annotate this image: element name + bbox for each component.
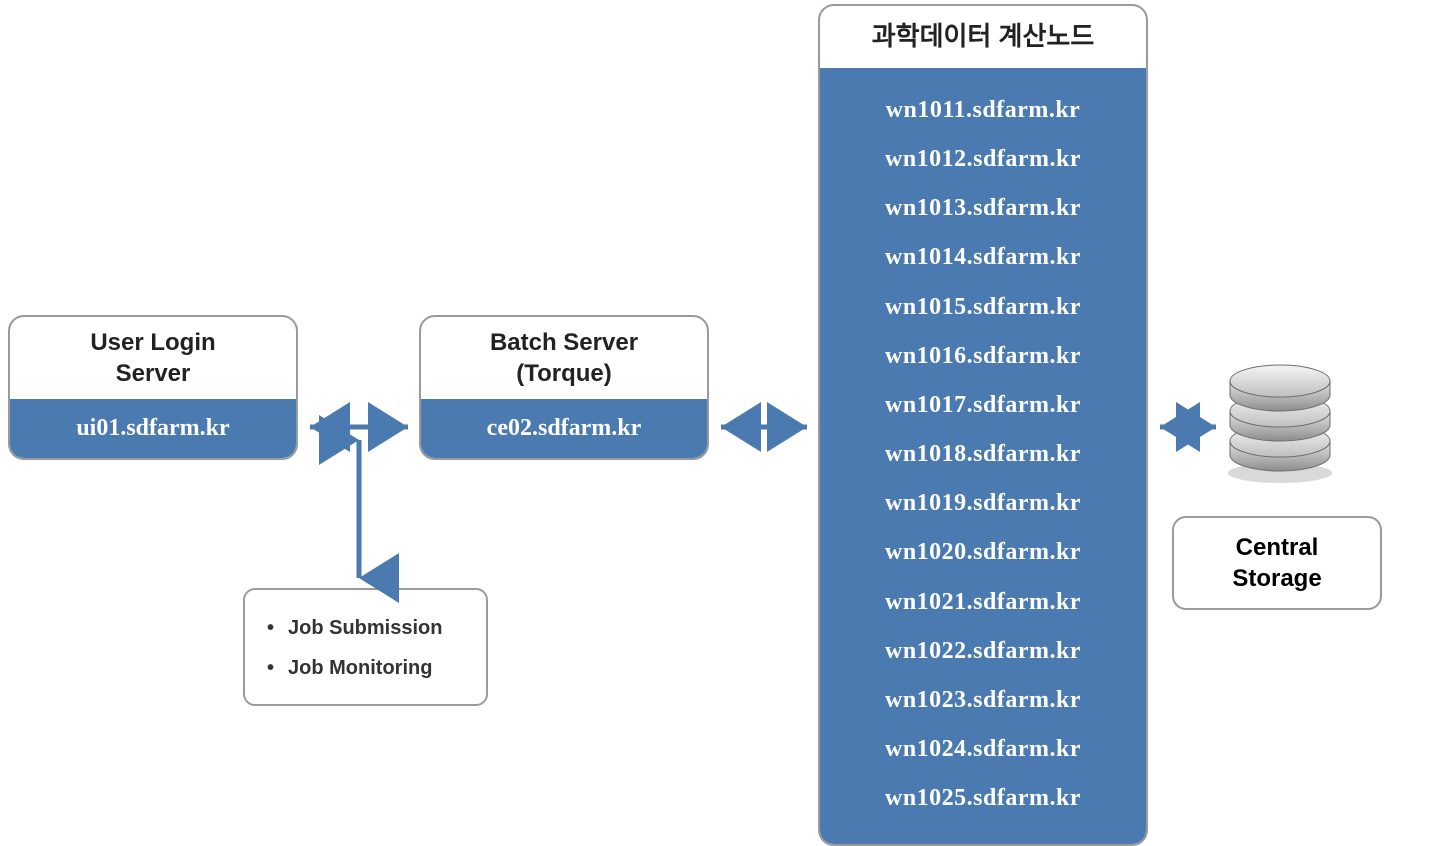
compute-node: wn1025.sdfarm.kr xyxy=(830,774,1136,823)
login-title-line1: User Login xyxy=(90,329,215,356)
compute-node: wn1019.sdfarm.kr xyxy=(830,479,1136,528)
compute-node: wn1011.sdfarm.kr xyxy=(830,86,1136,135)
compute-node: wn1016.sdfarm.kr xyxy=(830,332,1136,381)
compute-node: wn1018.sdfarm.kr xyxy=(830,430,1136,479)
compute-node: wn1022.sdfarm.kr xyxy=(830,627,1136,676)
compute-node: wn1021.sdfarm.kr xyxy=(830,578,1136,627)
annotation-item: Job Monitoring xyxy=(267,648,464,688)
annotation-box: Job Submission Job Monitoring xyxy=(243,588,488,706)
arrow-annotation xyxy=(343,428,375,590)
batch-title-line2: (Torque) xyxy=(516,360,612,387)
storage-line2: Storage xyxy=(1232,565,1321,592)
compute-node: wn1023.sdfarm.kr xyxy=(830,676,1136,725)
database-icon xyxy=(1215,355,1345,485)
login-server-host: ui01.sdfarm.kr xyxy=(10,399,296,458)
batch-title-line1: Batch Server xyxy=(490,329,638,356)
compute-nodes-title: 과학데이터 계산노드 xyxy=(820,6,1146,68)
login-title-line2: Server xyxy=(116,360,191,387)
compute-node: wn1012.sdfarm.kr xyxy=(830,135,1136,184)
batch-server-header: Batch Server (Torque) xyxy=(421,317,707,399)
compute-node: wn1017.sdfarm.kr xyxy=(830,381,1136,430)
arrow-compute-storage xyxy=(1148,411,1228,443)
batch-server-box: Batch Server (Torque) ce02.sdfarm.kr xyxy=(419,315,709,460)
compute-node: wn1014.sdfarm.kr xyxy=(830,233,1136,282)
storage-label-box: Central Storage xyxy=(1172,516,1382,610)
compute-nodes-box: 과학데이터 계산노드 wn1011.sdfarm.kr wn1012.sdfar… xyxy=(818,4,1148,846)
compute-node: wn1024.sdfarm.kr xyxy=(830,725,1136,774)
compute-node: wn1015.sdfarm.kr xyxy=(830,283,1136,332)
login-server-box: User Login Server ui01.sdfarm.kr xyxy=(8,315,298,460)
storage-line1: Central xyxy=(1236,534,1319,561)
login-server-header: User Login Server xyxy=(10,317,296,399)
batch-server-host: ce02.sdfarm.kr xyxy=(421,399,707,458)
compute-node: wn1020.sdfarm.kr xyxy=(830,528,1136,577)
annotation-item: Job Submission xyxy=(267,608,464,648)
arrow-batch-compute xyxy=(709,411,819,443)
compute-node: wn1013.sdfarm.kr xyxy=(830,184,1136,233)
compute-nodes-list: wn1011.sdfarm.kr wn1012.sdfarm.kr wn1013… xyxy=(820,68,1146,844)
